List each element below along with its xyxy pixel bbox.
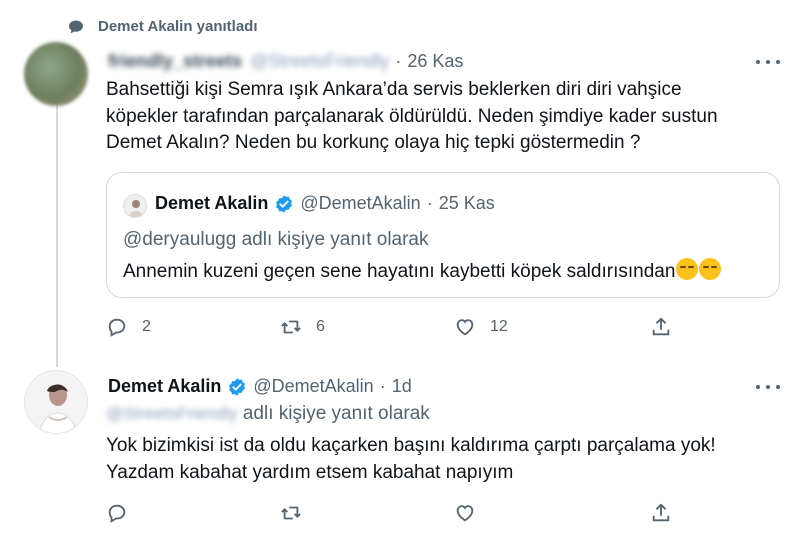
reply-context-label: Demet Akalin yanıtladı bbox=[98, 18, 258, 35]
share-button[interactable] bbox=[650, 502, 672, 524]
verified-badge-icon bbox=[276, 194, 293, 213]
tweet-header: Demet Akalin @DemetAkalin · 1d bbox=[108, 376, 412, 397]
quote-time: 25 Kas bbox=[438, 193, 495, 213]
reply-button[interactable]: 2 bbox=[106, 316, 280, 338]
reply-context-line: @StreetsFriendly adlı kişiye yanıt olara… bbox=[106, 401, 430, 428]
like-button[interactable] bbox=[454, 502, 650, 524]
reply-to-handle[interactable]: @StreetsFriendly bbox=[106, 401, 238, 428]
more-options-icon[interactable] bbox=[756, 382, 780, 392]
retweet-icon bbox=[281, 506, 301, 520]
relieved-face-emoji-icon bbox=[699, 258, 722, 280]
tweet-time[interactable]: 1d bbox=[392, 376, 412, 397]
tweet-text: Yok bizimkisi ist da oldu kaçarken başın… bbox=[106, 433, 796, 486]
avatar[interactable] bbox=[24, 370, 88, 434]
retweet-button[interactable] bbox=[280, 502, 454, 524]
separator: · bbox=[426, 193, 433, 213]
reply-to-suffix: adlı kişiye yanıt olarak bbox=[242, 403, 430, 424]
quote-author-handle: @DemetAkalin bbox=[300, 193, 421, 213]
tweet-line: Demet Akalın? Neden bu korkunç olaya hiç… bbox=[106, 132, 641, 153]
reply-context: Demet Akalin yanıtladı bbox=[68, 18, 258, 35]
share-icon bbox=[652, 503, 670, 522]
reply-icon bbox=[108, 504, 126, 523]
quote-header: Demet Akalin @DemetAkalin · 25 Kas bbox=[155, 193, 495, 214]
tweet-line: Yok bizimkisi ist da oldu kaçarken başın… bbox=[106, 435, 716, 456]
verified-badge-icon bbox=[229, 377, 246, 396]
tweet-header: friendly_streets @StreetsFriendly · 26 K… bbox=[108, 51, 463, 72]
person-silhouette-icon bbox=[128, 200, 144, 217]
relieved-face-emoji-icon bbox=[676, 258, 699, 280]
author-name[interactable]: Demet Akalin bbox=[108, 376, 221, 397]
tweet-line: Yazdam kabahat yardım etsem kabahat napı… bbox=[106, 461, 514, 483]
tweet-line: köpekler tarafından parçalanarak öldürül… bbox=[106, 105, 718, 127]
retweet-count: 6 bbox=[316, 318, 325, 335]
tweet-text: Bahsettiği kişi Semra ışık Ankara’da ser… bbox=[106, 77, 786, 157]
retweet-button[interactable]: 6 bbox=[280, 316, 454, 338]
reply-count: 2 bbox=[142, 318, 151, 335]
quote-avatar bbox=[123, 194, 147, 218]
quote-author-name: Demet Akalin bbox=[155, 193, 269, 213]
like-count: 12 bbox=[490, 318, 508, 335]
author-handle[interactable]: @DemetAkalin bbox=[253, 376, 373, 397]
quote-text-line: Annemin kuzeni geçen sene hayatını kaybe… bbox=[123, 258, 722, 286]
reply-button[interactable] bbox=[106, 502, 280, 524]
speech-bubble-icon bbox=[69, 20, 83, 33]
quote-reply-context: @deryaulugg adlı kişiye yanıt olarak bbox=[123, 229, 429, 250]
thread-connector bbox=[56, 102, 58, 367]
tweet-time[interactable]: 26 Kas bbox=[407, 51, 463, 72]
avatar[interactable] bbox=[24, 42, 88, 106]
retweet-icon bbox=[281, 320, 301, 334]
heart-icon bbox=[456, 505, 474, 522]
reply-icon bbox=[108, 318, 126, 337]
like-button[interactable]: 12 bbox=[454, 316, 650, 338]
share-button[interactable] bbox=[650, 316, 672, 338]
share-icon bbox=[652, 317, 670, 336]
tweet-line: Bahsettiği kişi Semra ışık Ankara’da ser… bbox=[106, 79, 682, 100]
author-handle[interactable]: @StreetsFriendly bbox=[250, 51, 389, 72]
heart-icon bbox=[456, 319, 474, 336]
author-name[interactable]: friendly_streets bbox=[108, 51, 242, 72]
quoted-tweet[interactable]: Demet Akalin @DemetAkalin · 25 Kas @dery… bbox=[106, 172, 780, 298]
more-options-icon[interactable] bbox=[756, 57, 780, 67]
separator: · bbox=[395, 51, 402, 71]
separator: · bbox=[379, 376, 386, 396]
tweet-actions: 2 6 12 bbox=[106, 316, 672, 338]
quote-text: Annemin kuzeni geçen sene hayatını kaybe… bbox=[123, 261, 676, 282]
tweet-actions bbox=[106, 502, 672, 524]
person-photo-icon bbox=[25, 371, 87, 433]
